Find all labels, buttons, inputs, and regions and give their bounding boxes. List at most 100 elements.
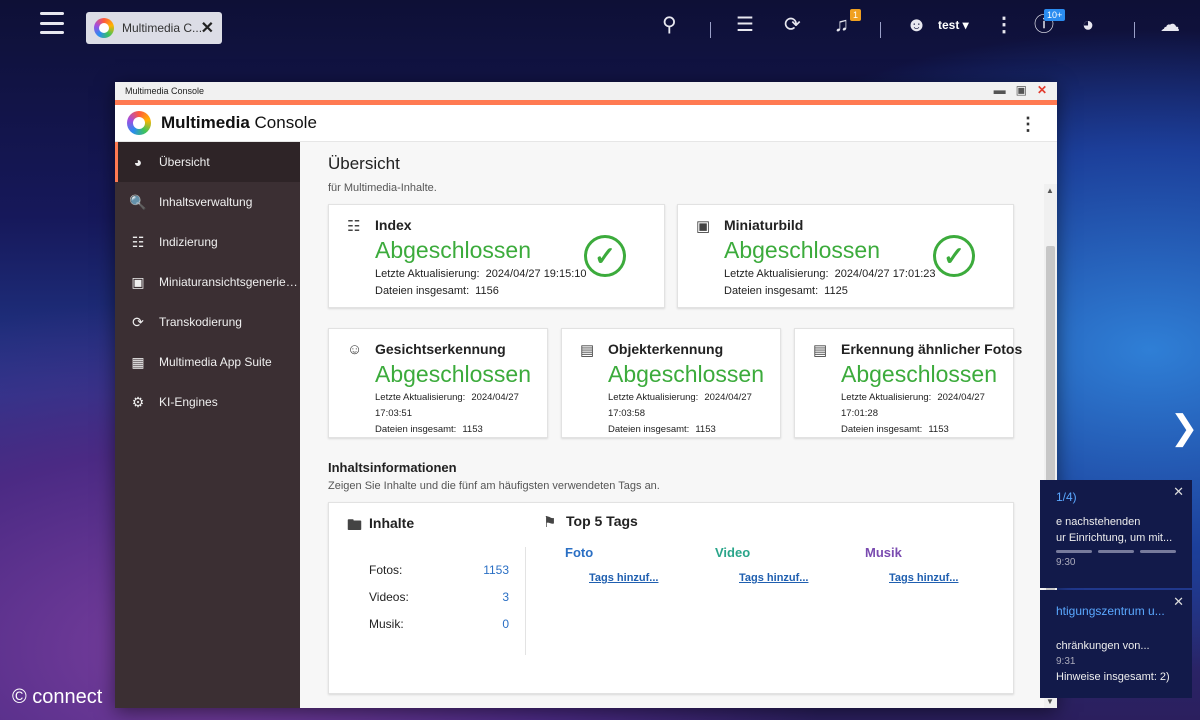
sidebar-item-overview[interactable]: ◕ Übersicht	[115, 142, 300, 182]
sidebar-item-label: Multimedia App Suite	[159, 355, 272, 369]
gauge-icon: ◕	[133, 154, 143, 170]
status-card-face-recognition: ☺ Gesichtserkennung Abgeschlossen Letzte…	[328, 328, 548, 438]
files-total-line: Dateien insgesamt: 1153	[375, 424, 483, 435]
taskbar: Multimedia C... ✕ ⚲ ☰ ⟳ ♫ 1 ☻ test ▾ ⋮ ⓘ…	[0, 0, 1200, 52]
notification-card[interactable]: ✕ htigungszentrum u... chränkungen von..…	[1040, 590, 1192, 698]
last-update-time: 17:03:51	[375, 408, 412, 419]
close-icon[interactable]: ✕	[1173, 484, 1184, 500]
dashboard-icon[interactable]: ◕	[1082, 12, 1094, 38]
sidebar-item-content-management[interactable]: 🔍 Inhaltsverwaltung	[115, 182, 300, 222]
window-title: Multimedia Console	[125, 86, 205, 96]
add-tags-link[interactable]: Tags hinzuf...	[889, 572, 1015, 584]
folder-search-icon: 🔍	[129, 193, 147, 210]
image-icon: ▣	[131, 273, 145, 290]
last-update-time: 17:03:58	[608, 408, 645, 419]
sidebar: ◕ Übersicht 🔍 Inhaltsverwaltung ☷ Indizi…	[115, 142, 300, 708]
notification-title: htigungszentrum u...	[1056, 604, 1165, 618]
section-description: Zeigen Sie Inhalte und die fünf am häufi…	[328, 480, 660, 492]
close-window-icon[interactable]: ✕	[1037, 83, 1047, 97]
multimedia-console-logo-icon	[94, 18, 114, 38]
content-row-music: Musik: 0	[369, 617, 509, 631]
notification-time: 9:31	[1056, 656, 1076, 667]
sync-icon[interactable]: ⟳	[784, 12, 801, 38]
app-header: Multimedia Console ⋮	[115, 105, 1057, 142]
multimedia-console-logo-icon	[127, 111, 151, 135]
card-status: Abgeschlossen	[724, 237, 880, 263]
sidebar-item-transcoding[interactable]: ⟳ Transkodierung	[115, 302, 300, 342]
content-row-videos: Videos: 3	[369, 590, 509, 604]
notification-text: e nachstehenden	[1056, 516, 1141, 528]
sidebar-item-ai-engines[interactable]: ⚙ KI-Engines	[115, 382, 300, 422]
maximize-icon[interactable]: ▣	[1016, 83, 1027, 97]
archive-box-icon: ▤	[580, 342, 595, 359]
add-tags-link[interactable]: Tags hinzuf...	[739, 572, 865, 584]
grid-icon: ▦	[131, 353, 145, 370]
sidebar-item-label: Miniaturansichtsgenerierung	[159, 275, 299, 289]
status-card-similar-photos: ▤ Erkennung ähnlicher Fotos Abgeschlosse…	[794, 328, 1022, 438]
cloud-icon[interactable]: ☁	[1160, 12, 1180, 38]
files-total-line: Dateien insgesamt: 1125	[724, 285, 848, 297]
separator	[710, 22, 711, 38]
divider	[525, 547, 526, 655]
clipboard-icon: ☷	[131, 233, 145, 250]
update-badge: 10+	[1044, 9, 1066, 21]
notification-time: 9:30	[1056, 557, 1076, 568]
notification-text: ur Einrichtung, um mit...	[1056, 532, 1173, 544]
clipboard-icon: ☷	[347, 218, 361, 235]
multimedia-console-window: Multimedia Console ▬ ▣ ✕ Multimedia Cons…	[115, 82, 1057, 708]
user-menu[interactable]: test ▾	[938, 18, 969, 32]
sidebar-item-indexing[interactable]: ☷ Indizierung	[115, 222, 300, 262]
taskbar-tab-multimedia-console[interactable]: Multimedia C... ✕	[86, 12, 222, 44]
notification-card[interactable]: ✕ 1/4) e nachstehenden ur Einrichtung, u…	[1040, 480, 1192, 588]
intro-text: für Multimedia-Inhalte.	[328, 182, 437, 194]
contents-title: Inhalte	[369, 515, 415, 531]
main-content: Übersicht für Multimedia-Inhalte. ☷ Inde…	[300, 142, 1057, 708]
search-icon[interactable]: ⚲	[662, 12, 677, 38]
window-titlebar[interactable]: Multimedia Console ▬ ▣ ✕	[115, 82, 1057, 100]
scroll-down-icon[interactable]: ▼	[1046, 697, 1054, 706]
tag-column-video: Video Tags hinzuf...	[715, 545, 865, 584]
tag-column-head: Musik	[865, 545, 902, 560]
minimize-icon[interactable]: ▬	[994, 83, 1006, 97]
add-tags-link[interactable]: Tags hinzuf...	[589, 572, 715, 584]
notification-text: Hinweise insgesamt: 2)	[1056, 671, 1170, 683]
chevron-right-icon[interactable]: ❯	[1170, 408, 1199, 448]
close-icon[interactable]: ✕	[201, 18, 214, 38]
app-title: Multimedia Console	[161, 113, 317, 132]
last-update-line: Letzte Aktualisierung: 2024/04/27	[375, 392, 519, 403]
files-total-line: Dateien insgesamt: 1153	[608, 424, 716, 435]
checkmark-icon: ✓	[584, 235, 626, 277]
tag-column-music: Musik Tags hinzuf...	[865, 545, 1015, 584]
card-status: Abgeschlossen	[841, 361, 997, 387]
notification-badge: 1	[850, 9, 862, 21]
card-title: Erkennung ähnlicher Fotos	[841, 341, 1023, 357]
tag-column-head: Video	[715, 545, 751, 560]
page-title: Übersicht	[328, 154, 400, 173]
sidebar-item-label: Inhaltsverwaltung	[159, 195, 253, 209]
count-value[interactable]: 3	[502, 590, 509, 604]
last-update-line: Letzte Aktualisierung: 2024/04/27	[608, 392, 752, 403]
user-icon[interactable]: ☻	[906, 12, 927, 38]
checkmark-icon: ✓	[933, 235, 975, 277]
sidebar-item-thumbnail-generation[interactable]: ▣ Miniaturansichtsgenerierung	[115, 262, 300, 302]
close-icon[interactable]: ✕	[1173, 594, 1184, 610]
main-menu-icon[interactable]	[40, 12, 64, 34]
sidebar-item-multimedia-app-suite[interactable]: ▦ Multimedia App Suite	[115, 342, 300, 382]
notification-text: chränkungen von...	[1056, 640, 1150, 652]
section-title: Inhaltsinformationen	[328, 460, 457, 475]
scroll-up-icon[interactable]: ▲	[1046, 186, 1054, 195]
image-icon: ▣	[696, 218, 711, 235]
bell-icon[interactable]: ♫	[834, 12, 849, 38]
tag-icon: ⚑	[543, 514, 557, 531]
stack-icon[interactable]: ☰	[736, 12, 754, 38]
user-name: test	[938, 18, 960, 32]
tag-column-head: Foto	[565, 545, 594, 560]
tag-column-photo: Foto Tags hinzuf...	[565, 545, 715, 584]
count-value[interactable]: 1153	[483, 563, 509, 577]
sidebar-item-label: Indizierung	[159, 235, 218, 249]
separator	[880, 22, 881, 38]
more-options-icon[interactable]: ⋮	[1019, 114, 1037, 135]
count-value[interactable]: 0	[502, 617, 509, 631]
archive-box-icon: ▤	[813, 342, 828, 359]
more-options-icon[interactable]: ⋮	[994, 12, 1014, 38]
